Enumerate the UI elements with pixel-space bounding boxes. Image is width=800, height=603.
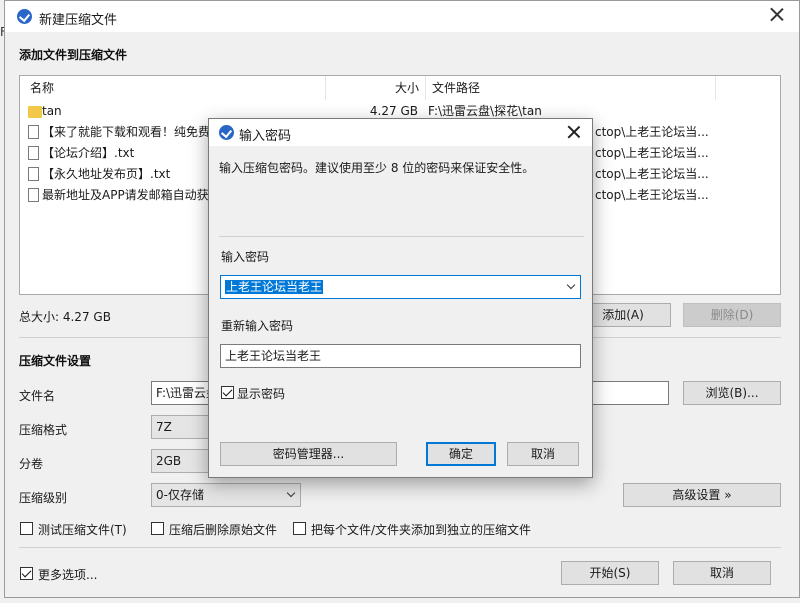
title-bar: 新建压缩文件 [5, 1, 799, 32]
file-path: ctop\上老王论坛当... [595, 125, 709, 139]
test-archive-checkbox[interactable] [20, 522, 33, 535]
format-label: 压缩格式 [19, 423, 68, 437]
chevron-down-icon[interactable] [566, 280, 576, 290]
divider [19, 547, 781, 548]
files-section-title: 添加文件到压缩文件 [19, 48, 128, 62]
level-value: 0-仅存储 [156, 488, 204, 502]
separate-archives-label: 把每个文件/文件夹添加到独立的压缩文件 [311, 523, 532, 537]
format-value: 7Z [156, 420, 172, 434]
start-button[interactable]: 开始(S) [561, 561, 659, 585]
ok-button[interactable]: 确定 [426, 442, 496, 466]
file-path: ctop\上老王论坛当... [595, 188, 709, 202]
document-icon [28, 125, 39, 139]
chevron-down-icon [286, 488, 296, 498]
volume-label: 分卷 [19, 457, 44, 471]
divider [219, 236, 584, 237]
file-path: ctop\上老王论坛当... [595, 167, 709, 181]
reenter-password-input[interactable]: 上老王论坛当老王 [220, 344, 581, 368]
delete-button[interactable]: 删除(D) [683, 303, 781, 327]
more-options-label[interactable]: 更多选项... [38, 566, 97, 583]
app-icon [17, 9, 32, 24]
test-archive-label: 测试压缩文件(T) [38, 523, 127, 537]
window-title: 新建压缩文件 [39, 13, 118, 28]
password-value: 上老王论坛当老王 [225, 280, 324, 294]
folder-icon [28, 106, 42, 118]
total-size: 总大小: 4.27 GB [19, 310, 111, 324]
level-select[interactable]: 0-仅存储 [151, 483, 301, 507]
file-name: 最新地址及APP请发邮箱自动获 [42, 188, 209, 202]
dialog-cancel-button[interactable]: 取消 [507, 442, 579, 466]
password-label: 输入密码 [221, 250, 270, 264]
volume-value: 2GB [156, 454, 182, 468]
document-icon [28, 188, 39, 202]
password-manager-button[interactable]: 密码管理器... [220, 442, 397, 466]
document-icon [28, 146, 39, 160]
delete-source-label: 压缩后删除原始文件 [169, 523, 278, 537]
column-name[interactable]: 名称 [20, 76, 326, 100]
filename-label: 文件名 [19, 389, 56, 403]
dialog-title: 输入密码 [239, 129, 292, 144]
level-label: 压缩级别 [19, 491, 68, 505]
app-icon [219, 125, 234, 140]
settings-section-title: 压缩文件设置 [19, 354, 92, 368]
show-password-label: 显示密码 [237, 387, 286, 401]
close-icon[interactable] [767, 5, 787, 25]
file-name: 【永久地址发布页】.txt [42, 167, 171, 181]
separate-archives-checkbox[interactable] [293, 522, 306, 535]
show-password-checkbox[interactable] [221, 386, 234, 399]
file-path: ctop\上老王论坛当... [595, 146, 709, 160]
column-path[interactable]: 文件路径 [426, 76, 716, 100]
dialog-description: 输入压缩包密码。建议使用至少 8 位的密码来保证安全性。 [219, 161, 535, 175]
cancel-button[interactable]: 取消 [673, 561, 771, 585]
document-icon [28, 167, 39, 181]
column-size[interactable]: 大小 [326, 76, 426, 100]
close-icon[interactable] [566, 124, 582, 140]
file-name: 【论坛介绍】.txt [42, 146, 135, 160]
browse-button[interactable]: 浏览(B)... [683, 381, 781, 405]
advanced-settings-button[interactable]: 高级设置 » [623, 483, 781, 507]
delete-source-checkbox[interactable] [151, 522, 164, 535]
password-input[interactable]: 上老王论坛当老王 [220, 275, 581, 299]
more-options-checkbox[interactable] [20, 567, 33, 580]
reenter-password-label: 重新输入密码 [221, 319, 294, 333]
file-name: tan [42, 104, 62, 118]
password-dialog: 输入密码 输入压缩包密码。建议使用至少 8 位的密码来保证安全性。 输入密码 上… [208, 118, 593, 478]
file-name: 【来了就能下载和观看！纯免费 [42, 125, 211, 139]
dialog-title-bar: 输入密码 [209, 119, 592, 146]
